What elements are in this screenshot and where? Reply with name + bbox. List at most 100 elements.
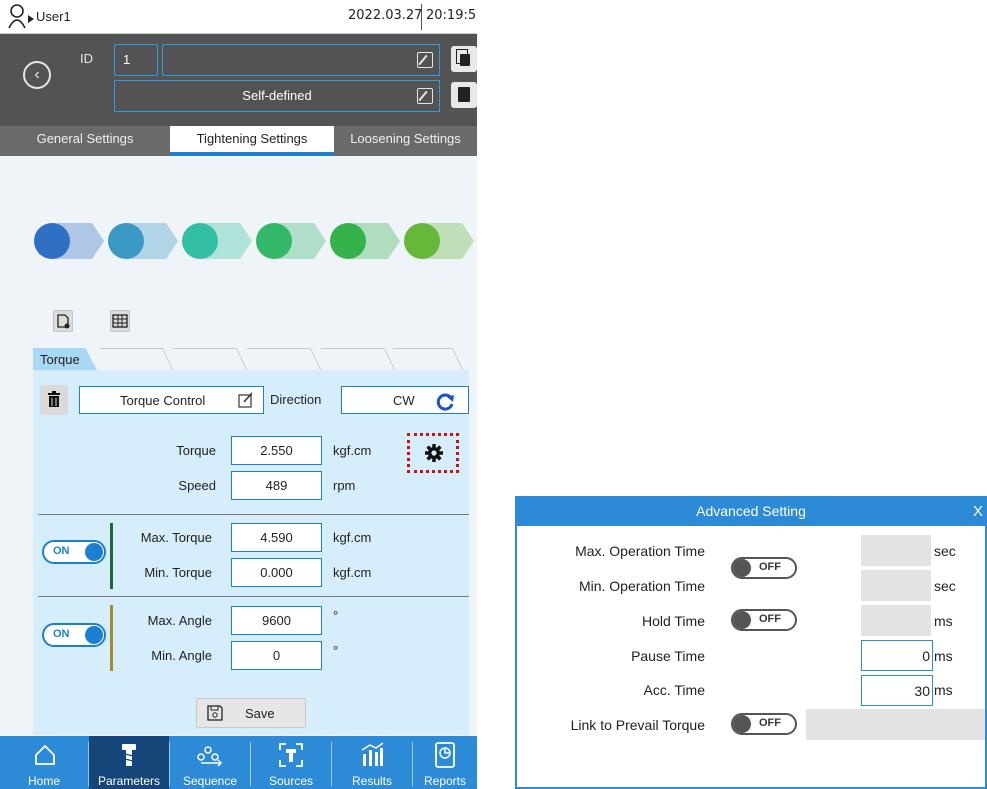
max-torque-input[interactable]: 4.590 <box>231 523 322 552</box>
control-mode-field[interactable]: Torque Control <box>79 386 264 414</box>
chevron-left-icon: ‹ <box>34 66 40 83</box>
sources-icon <box>279 743 303 767</box>
direction-value: CW <box>393 393 415 408</box>
clipboard-icon <box>458 87 470 102</box>
add-step-button[interactable] <box>53 310 73 332</box>
hold-time-label: Hold Time <box>641 613 705 629</box>
grid-icon <box>112 314 128 328</box>
step-2[interactable] <box>108 219 178 263</box>
delete-button[interactable] <box>40 385 68 415</box>
user-name[interactable]: User1 <box>36 9 71 24</box>
save-button[interactable]: Save <box>196 698 306 728</box>
tab-empty-1[interactable] <box>98 348 174 370</box>
self-defined-value: Self-defined <box>242 88 312 103</box>
max-angle-label: Max. Angle <box>147 613 212 628</box>
grid-button[interactable] <box>110 310 130 332</box>
min-angle-input[interactable]: 0 <box>231 641 322 670</box>
nav-parameters[interactable]: Parameters <box>89 736 169 789</box>
edit-icon[interactable] <box>417 88 433 104</box>
floppy-disk-icon <box>207 705 223 721</box>
add-page-icon <box>57 314 70 329</box>
self-defined-field[interactable]: Self-defined <box>114 80 440 112</box>
max-angle-input[interactable]: 9600 <box>231 606 322 635</box>
max-operation-time-input[interactable] <box>861 535 931 566</box>
program-header: ‹ ID 1 Self-defined <box>0 34 477 126</box>
max-operation-time-label: Max. Operation Time <box>575 543 705 559</box>
step-5[interactable] <box>330 219 400 263</box>
tab-tightening-settings[interactable]: Tightening Settings <box>170 126 334 156</box>
save-label: Save <box>245 706 275 721</box>
gear-icon <box>425 444 443 462</box>
close-icon[interactable]: X <box>973 503 983 520</box>
home-icon <box>35 744 55 765</box>
min-operation-time-label: Min. Operation Time <box>578 578 705 594</box>
torque-limit-bar <box>110 523 113 589</box>
step-4[interactable] <box>256 219 326 263</box>
max-operation-time-unit: sec <box>934 543 956 559</box>
step-1[interactable] <box>34 219 104 263</box>
nav-sequence[interactable]: Sequence <box>170 736 250 789</box>
tab-empty-4[interactable] <box>320 348 396 370</box>
torque-limit-toggle[interactable]: ON <box>42 540 106 564</box>
user-icon[interactable] <box>8 4 34 30</box>
step-dot <box>256 223 292 259</box>
max-angle-unit: ° <box>333 608 339 623</box>
min-angle-unit: ° <box>333 643 339 658</box>
step-dot <box>34 223 70 259</box>
tab-empty-5[interactable] <box>392 348 464 370</box>
nav-home[interactable]: Home <box>0 736 88 789</box>
nav-results[interactable]: Results <box>332 736 412 789</box>
edit-icon[interactable] <box>417 52 433 68</box>
bottom-nav: Home Parameters Sequence Sources Results… <box>0 736 477 789</box>
torque-label: Torque <box>176 443 216 458</box>
angle-limit-toggle[interactable]: ON <box>42 623 106 647</box>
torque-unit: kgf.cm <box>333 443 372 458</box>
acc-time-input[interactable]: 30 <box>861 675 933 706</box>
acc-time-label: Acc. Time <box>643 682 705 698</box>
direction-label: Direction <box>270 392 322 407</box>
status-bar: User1 2022.03.27 20:19:57 <box>0 0 477 34</box>
paste-button[interactable] <box>451 82 477 108</box>
results-icon <box>361 742 384 766</box>
operation-time-toggle[interactable]: OFF <box>731 557 797 579</box>
prevail-torque-input[interactable] <box>806 709 985 740</box>
nav-sources[interactable]: Sources <box>251 736 331 789</box>
speed-unit: rpm <box>333 478 356 493</box>
max-torque-label: Max. Torque <box>140 530 212 545</box>
step-3[interactable] <box>182 219 252 263</box>
speed-input[interactable]: 489 <box>231 471 322 500</box>
hold-time-toggle[interactable]: OFF <box>731 609 797 631</box>
trash-icon <box>48 391 60 407</box>
link-prevail-torque-label: Link to Prevail Torque <box>570 717 705 733</box>
back-button[interactable]: ‹ <box>23 61 51 89</box>
screw-icon <box>122 744 136 766</box>
tab-empty-2[interactable] <box>172 348 248 370</box>
id-label: ID <box>80 51 93 66</box>
step-dot <box>182 223 218 259</box>
min-operation-time-unit: sec <box>934 578 956 594</box>
step-6[interactable] <box>404 219 474 263</box>
step-dot <box>330 223 366 259</box>
pause-time-input[interactable]: 0 <box>861 640 933 671</box>
edit-icon[interactable] <box>238 392 254 408</box>
tab-empty-3[interactable] <box>246 348 322 370</box>
date-text: 2022.03.27 <box>348 8 423 23</box>
advanced-settings-button[interactable] <box>407 433 459 473</box>
min-torque-input[interactable]: 0.000 <box>231 558 322 587</box>
hold-time-input[interactable] <box>861 605 931 636</box>
step-dot <box>404 223 440 259</box>
datetime-divider <box>421 4 422 30</box>
min-operation-time-input[interactable] <box>861 570 931 601</box>
nav-reports[interactable]: Reports <box>413 736 477 789</box>
link-prevail-torque-toggle[interactable]: OFF <box>731 713 797 735</box>
tab-loosening-settings[interactable]: Loosening Settings <box>334 126 477 156</box>
direction-field[interactable]: CW <box>341 386 469 414</box>
tab-general-settings[interactable]: General Settings <box>0 126 170 156</box>
copy-button[interactable] <box>451 46 477 72</box>
dialog-title: Advanced Setting <box>696 503 806 519</box>
reports-icon <box>435 742 455 768</box>
torque-input[interactable]: 2.550 <box>231 436 322 465</box>
id-field[interactable]: 1 <box>114 44 158 76</box>
program-name-field[interactable] <box>162 44 440 76</box>
speed-label: Speed <box>178 478 216 493</box>
